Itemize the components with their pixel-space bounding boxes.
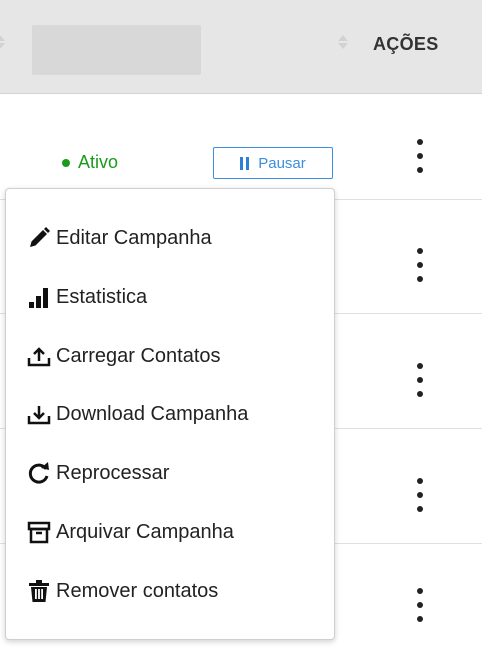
row-actions-kebab-icon[interactable] xyxy=(410,139,430,173)
status-label: Ativo xyxy=(78,152,119,172)
status-badge: Ativo xyxy=(62,152,118,173)
menu-item-reprocessar[interactable]: Reprocessar xyxy=(6,445,334,501)
archive-icon xyxy=(26,519,52,545)
sort-desc-icon[interactable] xyxy=(0,43,5,49)
menu-item-label: Remover contatos xyxy=(56,579,219,602)
menu-item-estatistica[interactable]: Estatistica xyxy=(6,269,334,325)
row-actions-kebab-icon[interactable] xyxy=(410,248,430,282)
menu-item-label: Download Campanha xyxy=(56,402,249,425)
menu-item-label: Estatistica xyxy=(56,285,148,308)
actions-dropdown-menu: Editar Campanha Estatistica Carregar Con… xyxy=(5,188,335,640)
menu-item-editar-campanha[interactable]: Editar Campanha xyxy=(6,210,334,266)
upload-icon xyxy=(26,343,52,369)
actions-column-header: AÇÕES xyxy=(373,34,439,54)
row-actions-kebab-icon[interactable] xyxy=(410,363,430,397)
pause-button[interactable]: Pausar xyxy=(213,147,333,179)
sort-asc-icon[interactable] xyxy=(338,35,348,41)
refresh-icon xyxy=(26,460,52,486)
row-actions-kebab-icon[interactable] xyxy=(410,478,430,512)
menu-item-label: Carregar Contatos xyxy=(56,344,221,367)
download-icon xyxy=(26,401,52,427)
pause-label: Pausar xyxy=(258,154,306,172)
menu-item-download-campanha[interactable]: Download Campanha xyxy=(6,386,334,442)
bar-chart-icon xyxy=(26,284,52,310)
menu-item-arquivar-campanha[interactable]: Arquivar Campanha xyxy=(6,504,334,560)
menu-item-label: Editar Campanha xyxy=(56,226,212,249)
pause-icon xyxy=(240,156,250,170)
table-header: AÇÕES xyxy=(0,0,482,94)
menu-item-label: Reprocessar xyxy=(56,461,170,484)
sort-asc-icon[interactable] xyxy=(0,35,5,41)
row-actions-kebab-icon[interactable] xyxy=(410,588,430,622)
menu-item-remover-contatos[interactable]: Remover contatos xyxy=(6,563,334,619)
menu-item-label: Arquivar Campanha xyxy=(56,520,234,543)
sort-desc-icon[interactable] xyxy=(338,43,348,49)
pencil-icon xyxy=(26,225,52,251)
column-header-placeholder xyxy=(32,25,201,75)
menu-item-carregar-contatos[interactable]: Carregar Contatos xyxy=(6,328,334,384)
status-dot-icon xyxy=(62,158,70,167)
trash-icon xyxy=(26,578,52,604)
